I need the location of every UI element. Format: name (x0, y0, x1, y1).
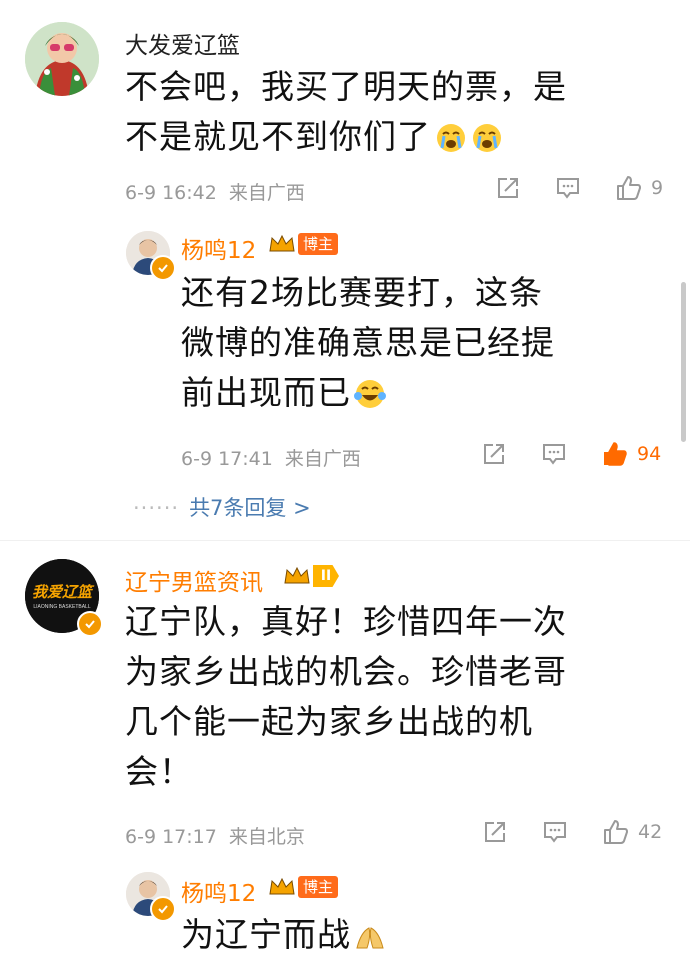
timestamp: 6-9 17:41 (181, 448, 273, 470)
comment-text: 辽宁队，真好！珍惜四年一次 为家乡出战的机会。珍惜老哥 几个能一起为家乡出战的机… (125, 597, 567, 797)
thumbs-up-icon (617, 176, 641, 200)
crown-icon (269, 234, 295, 252)
timestamp: 6-9 17:17 (125, 826, 217, 848)
comment-icon (543, 444, 565, 465)
location: 来自广西 (228, 182, 305, 204)
like-count: 42 (638, 821, 663, 843)
badge-label: 博主 (298, 233, 339, 255)
share-button[interactable] (482, 819, 508, 845)
crying-emoji (471, 118, 503, 168)
comment-meta: 6-9 17:17 来自北京 (125, 822, 305, 849)
comment-line: 辽宁队，真好！珍惜四年一次 (125, 602, 567, 641)
reply-meta: 6-9 17:41 来自广西 (181, 444, 361, 471)
crown-icon (284, 566, 310, 584)
reply-username[interactable]: 杨鸣12 (181, 231, 256, 265)
praying-hands-emoji (353, 916, 387, 966)
comment-text: 不会吧，我买了明天的票，是 不是就见不到你们了 (125, 62, 567, 168)
crown-icon (269, 877, 295, 895)
verified-icon (150, 896, 176, 922)
laugh-cry-emoji (353, 374, 387, 424)
reply-line: 前出现而已 (181, 373, 351, 412)
avatar[interactable] (25, 22, 99, 96)
like-button[interactable]: 9 (615, 174, 663, 202)
reply-actions: 94 (481, 440, 661, 468)
more-replies-label: 共7条回复 > (189, 496, 311, 520)
badge-label: 博主 (298, 876, 339, 898)
share-button[interactable] (481, 441, 507, 467)
like-count: 9 (651, 177, 664, 199)
share-icon (498, 178, 518, 198)
comment-button[interactable] (542, 819, 568, 845)
avatar-logo-subtext: LIAONING BASKETBALL (33, 604, 90, 610)
like-button[interactable]: 42 (602, 818, 662, 846)
username[interactable]: 大发爱辽篮 (125, 26, 240, 60)
comment-button[interactable] (555, 175, 581, 201)
comment-line: 为家乡出战的机会。珍惜老哥 (125, 652, 567, 691)
verified-icon (150, 255, 176, 281)
reply-line: 为辽宁而战 (181, 915, 351, 954)
crying-emoji (435, 118, 467, 168)
comment-line: 会！ (125, 752, 193, 791)
comment-actions: 9 (495, 174, 663, 202)
share-button[interactable] (495, 175, 521, 201)
blogger-badge: 博主 (268, 233, 339, 255)
avatar-logo-text: 我爱辽篮 (32, 583, 95, 601)
more-replies-link[interactable]: ······ 共7条回复 > (133, 492, 311, 522)
comment-meta: 6-9 16:42 来自广西 (125, 178, 305, 205)
reply-text: 还有2场比赛要打，这条 微博的准确意思是已经提 前出现而已 (181, 268, 555, 424)
scrollbar[interactable] (681, 282, 686, 442)
comment-line: 不是就见不到你们了 (125, 117, 431, 156)
verified-icon (77, 611, 103, 637)
dots: ······ (133, 496, 180, 520)
location: 来自北京 (228, 826, 305, 848)
comment-icon (557, 178, 579, 199)
divider (0, 540, 690, 541)
reply-line: 还有2场比赛要打，这条 (181, 273, 543, 312)
like-button[interactable]: 94 (601, 440, 661, 468)
level-badge: II (283, 565, 339, 587)
reply-username[interactable]: 杨鸣12 (181, 874, 256, 908)
thumbs-up-icon (604, 442, 627, 466)
blogger-badge: 博主 (268, 876, 339, 898)
timestamp: 6-9 16:42 (125, 182, 217, 204)
share-icon (484, 444, 504, 464)
like-count: 94 (637, 443, 662, 465)
comment-actions: 42 (482, 818, 662, 846)
comment-button[interactable] (541, 441, 567, 467)
level-label: II (313, 565, 339, 587)
username[interactable]: 辽宁男篮资讯 (125, 563, 263, 597)
thumbs-up-icon (604, 820, 628, 844)
reply-text: 为辽宁而战 (181, 910, 387, 966)
share-icon (485, 822, 505, 842)
comment-icon (544, 822, 566, 843)
reply-line: 微博的准确意思是已经提 (181, 323, 555, 362)
comment-line: 几个能一起为家乡出战的机 (125, 702, 533, 741)
comment-line: 不会吧，我买了明天的票，是 (125, 67, 567, 106)
location: 来自广西 (284, 448, 361, 470)
